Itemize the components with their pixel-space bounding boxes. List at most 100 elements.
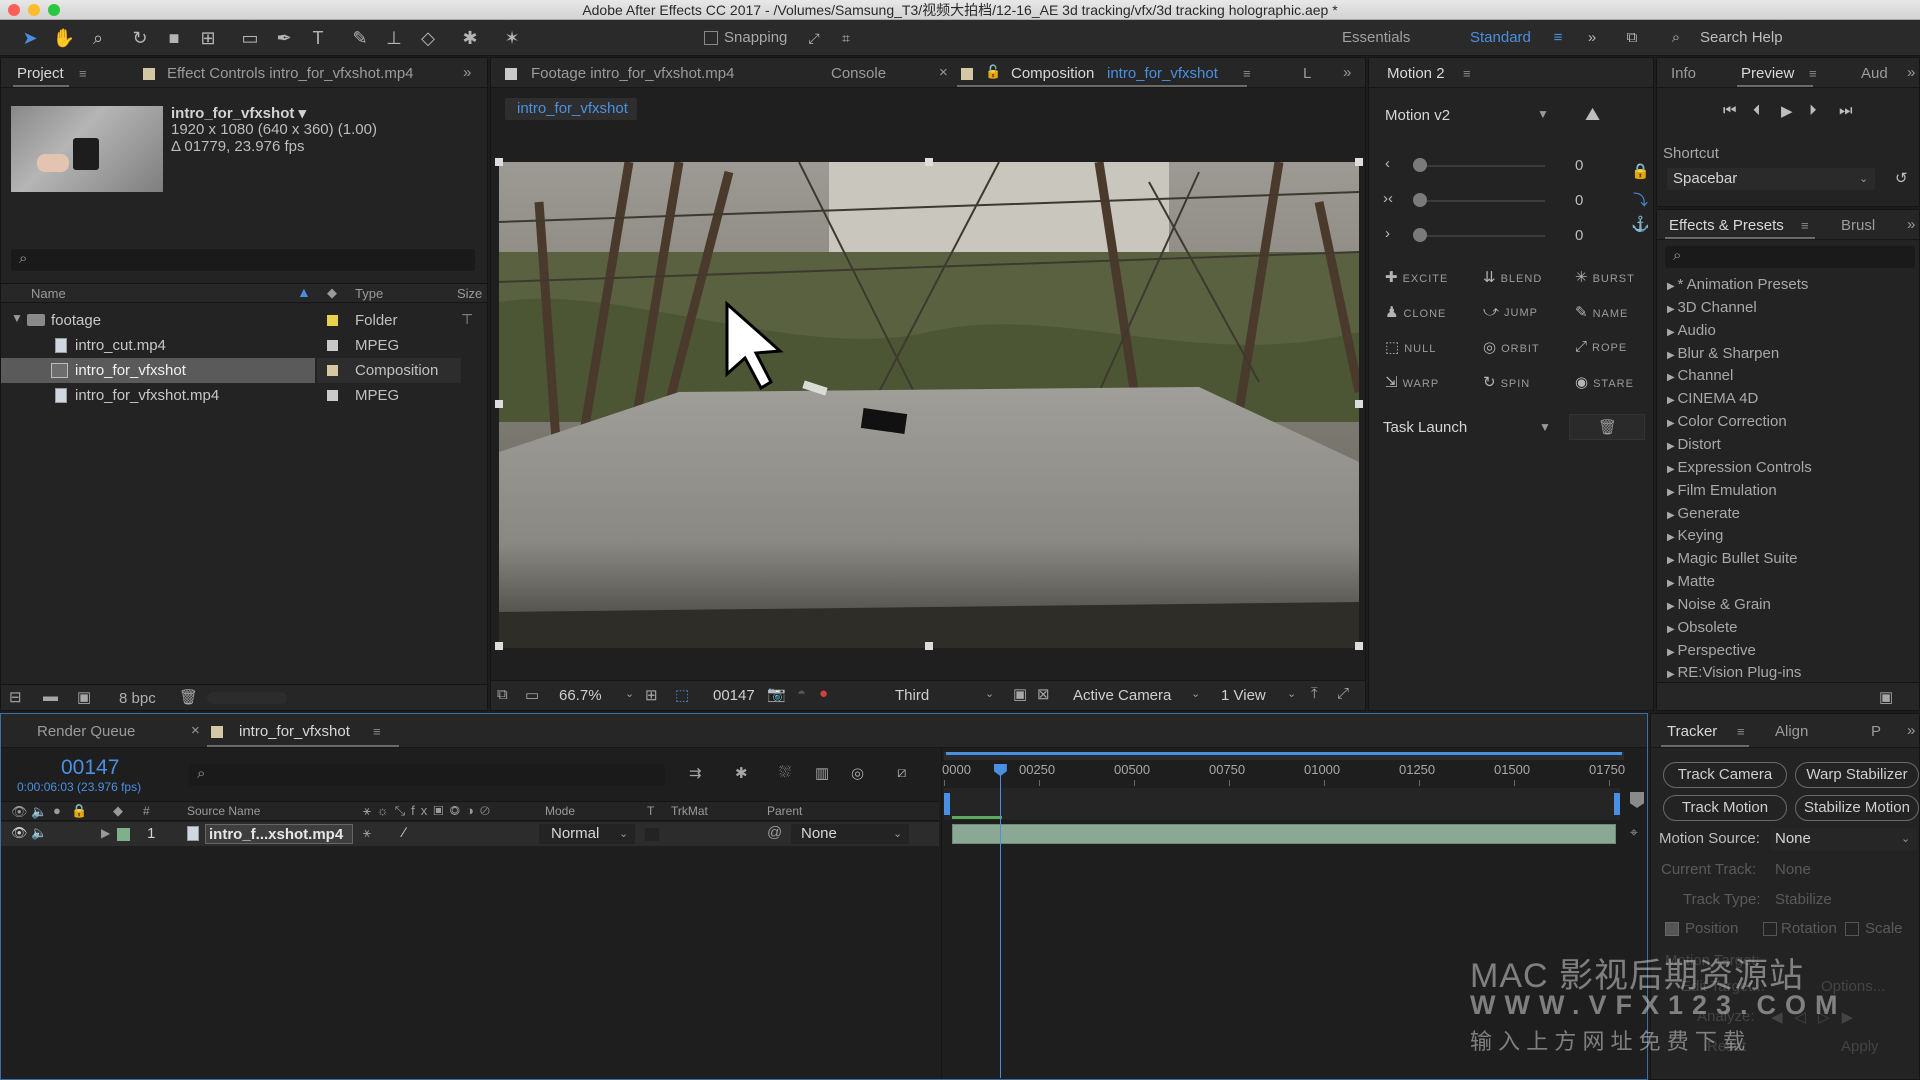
effects-category-item[interactable]: ▶ Audio	[1667, 322, 1716, 339]
audio-switch-icon[interactable]: 🔈	[31, 804, 47, 820]
workspace-standard[interactable]: Standard	[1470, 29, 1531, 46]
tab-composition-name[interactable]: intro_for_vfxshot	[1107, 65, 1218, 82]
anchor-icon[interactable]: ⚓	[1631, 215, 1650, 233]
bpc-button[interactable]: 8 bpc	[119, 690, 156, 707]
disclosure-expanded-icon[interactable]: ▼	[11, 311, 23, 325]
pen-tool-icon[interactable]: ✒	[272, 26, 296, 50]
view-layout-select[interactable]: 1 View	[1221, 687, 1266, 704]
chevron-down-icon[interactable]: ⌄	[1287, 687, 1296, 700]
chevron-down-icon[interactable]: ▼	[1539, 420, 1551, 434]
clone-stamp-tool-icon[interactable]: ⊥	[382, 26, 406, 50]
motion-preset-select[interactable]: Motion v2	[1385, 107, 1450, 124]
disclosure-collapsed-icon[interactable]: ▶	[1667, 350, 1677, 361]
sort-ascending-icon[interactable]: ▲	[297, 284, 311, 300]
tab-preview[interactable]: Preview	[1741, 65, 1794, 82]
thumbnail-size-slider[interactable]	[207, 692, 287, 704]
column-parent[interactable]: Parent	[767, 804, 802, 818]
layer-name-field[interactable]: intro_f...xshot.mp4	[205, 824, 353, 844]
disclosure-collapsed-icon[interactable]: ▶	[1667, 555, 1677, 566]
ease-both-value[interactable]: 0	[1575, 192, 1583, 209]
chevron-down-icon[interactable]: ⌄	[1191, 687, 1200, 700]
layer-label-swatch[interactable]	[117, 828, 130, 841]
motion-source-select[interactable]: None ⌄	[1771, 828, 1917, 850]
motion-menu-icon[interactable]: ≡	[1463, 66, 1471, 81]
current-time-display[interactable]: 00147	[61, 756, 119, 780]
viewer-timecode[interactable]: 00147	[713, 687, 755, 704]
task-launch-select[interactable]: Task Launch	[1383, 419, 1467, 436]
position-checkbox[interactable]	[1665, 922, 1679, 936]
stare-button[interactable]: ◉ STARE	[1575, 373, 1634, 391]
preview-overflow-icon[interactable]: »	[1907, 64, 1915, 81]
disclosure-collapsed-icon[interactable]: ▶	[1667, 487, 1677, 498]
effects-category-item[interactable]: ▶ Generate	[1667, 505, 1740, 522]
stabilize-motion-button[interactable]: Stabilize Motion	[1795, 795, 1919, 821]
type-tool-icon[interactable]: T	[306, 26, 330, 50]
show-snapshot-icon[interactable]: ◓	[797, 685, 806, 702]
task-delete-button[interactable]: 🗑	[1569, 414, 1645, 440]
frame-handle[interactable]	[925, 642, 933, 650]
layer-duration-bar[interactable]	[952, 824, 1616, 844]
ease-out-value[interactable]: 0	[1575, 227, 1583, 244]
interpret-footage-icon[interactable]: ⊟	[9, 688, 22, 706]
project-menu-icon[interactable]: ≡	[79, 66, 87, 81]
chevron-down-icon[interactable]: ⌄	[625, 687, 634, 700]
orbit-button[interactable]: ◎ ORBIT	[1483, 338, 1540, 356]
brush-tool-icon[interactable]: ✎	[348, 26, 372, 50]
lock-icon[interactable]: 🔒	[1631, 162, 1650, 180]
column-size[interactable]: Size	[457, 286, 482, 301]
time-ruler[interactable]: 0000 00250 00500 00750 01000 01250 01500 01750	[942, 758, 1632, 786]
excite-button[interactable]: ✚ EXCITE	[1385, 268, 1448, 286]
frame-handle[interactable]	[495, 642, 503, 650]
solo-switch-icon[interactable]: ●	[53, 803, 61, 818]
tab-motion2[interactable]: Motion 2	[1387, 65, 1445, 82]
motion-blur-icon[interactable]: ◎	[851, 764, 864, 782]
link-icon[interactable]: ⤵	[1633, 189, 1648, 210]
lock-switch-icon[interactable]: 🔒	[71, 803, 87, 819]
last-frame-icon[interactable]: ⏭	[1839, 102, 1853, 119]
eraser-tool-icon[interactable]: ◇	[416, 26, 440, 50]
layer-marker-icon[interactable]: ⌖	[1630, 824, 1638, 841]
tab-paragraph[interactable]: P	[1871, 723, 1881, 740]
close-tab-icon[interactable]: ×	[939, 64, 948, 81]
graph-editor-icon[interactable]: ⧄	[897, 764, 907, 781]
slider-knob[interactable]	[1413, 193, 1427, 207]
snap-option-icon[interactable]: ⤢	[802, 26, 826, 50]
jump-button[interactable]: ⤻ JUMP	[1483, 303, 1538, 320]
label-column-icon[interactable]: ◆	[113, 803, 123, 819]
warp-stabilizer-button[interactable]: Warp Stabilizer	[1795, 762, 1919, 788]
new-preset-icon[interactable]: ▣	[1879, 688, 1893, 706]
disclosure-collapsed-icon[interactable]: ▶	[1667, 372, 1677, 383]
null-button[interactable]: ⬚ NULL	[1385, 338, 1436, 356]
project-overflow-icon[interactable]: »	[463, 64, 471, 81]
effects-menu-icon[interactable]: ≡	[1801, 218, 1809, 233]
ease-both-slider[interactable]	[1415, 200, 1545, 202]
chevron-down-icon[interactable]: ⌄	[985, 687, 994, 700]
column-name[interactable]: Name	[31, 286, 66, 301]
collapse-switch-icon[interactable]: ⚹	[363, 825, 371, 841]
slider-knob[interactable]	[1413, 228, 1427, 242]
column-t[interactable]: T	[647, 804, 654, 818]
region-of-interest-icon[interactable]: ▣	[1013, 685, 1027, 703]
frame-handle[interactable]	[925, 158, 933, 166]
new-folder-icon[interactable]: ▬	[43, 688, 58, 705]
frame-handle[interactable]	[1355, 400, 1363, 408]
project-row-intro-cut[interactable]: intro_cut.mp4 MPEG	[1, 333, 487, 358]
snapshot-icon[interactable]: 📷	[767, 685, 786, 703]
parent-select[interactable]: None ⌄	[791, 824, 909, 844]
effects-category-item[interactable]: ▶ Channel	[1667, 367, 1733, 384]
label-swatch[interactable]	[327, 365, 338, 376]
blend-button[interactable]: ⇊ BLEND	[1483, 268, 1542, 286]
current-track-value[interactable]: None	[1775, 861, 1811, 878]
apply-button[interactable]: Apply	[1841, 1038, 1879, 1055]
tab-effects-presets[interactable]: Effects & Presets	[1669, 217, 1784, 234]
timeline-menu-icon[interactable]: ≡	[373, 724, 381, 739]
column-trkmat[interactable]: TrkMat	[671, 804, 708, 818]
disclosure-collapsed-icon[interactable]: ▶	[1667, 395, 1677, 406]
column-source-name[interactable]: Source Name	[187, 804, 260, 818]
snapping-checkbox[interactable]	[704, 31, 718, 45]
tab-info[interactable]: Info	[1671, 65, 1696, 82]
resolution-select[interactable]: Third	[895, 687, 929, 704]
comp-menu-icon[interactable]: ≡	[1243, 66, 1251, 81]
tab-composition-prefix[interactable]: Composition	[1011, 65, 1094, 82]
track-type-value[interactable]: Stabilize	[1775, 891, 1832, 908]
